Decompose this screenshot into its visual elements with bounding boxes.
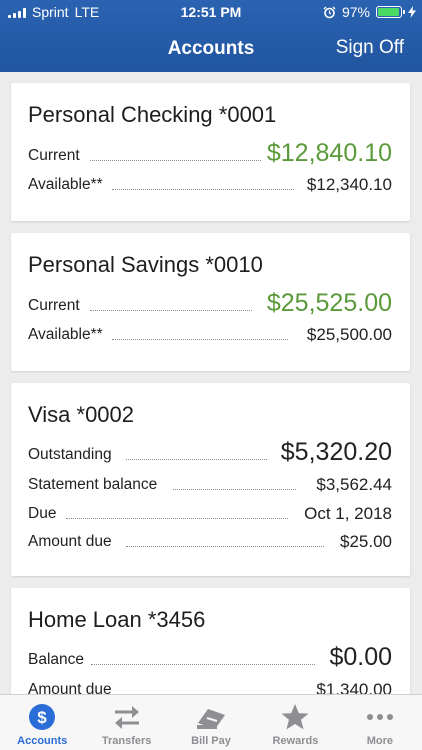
- account-row: Available** $25,500.00: [28, 322, 392, 346]
- leader-dots: [90, 160, 261, 161]
- tab-label: More: [366, 735, 393, 747]
- leader-dots: [126, 459, 267, 460]
- account-row: Available** $12,340.10: [28, 172, 392, 196]
- row-value: $12,840.10: [266, 139, 392, 168]
- row-label: Current: [28, 297, 80, 315]
- account-row: Due Oct 1, 2018: [28, 501, 392, 525]
- navigation-bar: Sprint LTE 12:51 PM 97% Accounts Sign Of…: [0, 0, 422, 72]
- row-label: Statement balance: [28, 476, 158, 494]
- tab-accounts[interactable]: $ Accounts: [0, 695, 84, 750]
- tab-more[interactable]: More: [338, 695, 422, 750]
- row-value: $5,320.20: [280, 438, 392, 467]
- row-label: Due: [28, 505, 57, 523]
- account-card-savings[interactable]: Personal Savings *0010 Current $25,525.0…: [11, 233, 410, 371]
- account-title: Visa *0002: [28, 402, 135, 427]
- account-row: Current $12,840.10: [28, 139, 392, 168]
- row-label: Balance: [28, 651, 85, 669]
- account-card-visa[interactable]: Visa *0002 Outstanding $5,320.20 Stateme…: [11, 383, 410, 576]
- row-label: Amount due: [28, 533, 112, 551]
- row-label: Available**: [28, 326, 103, 344]
- tab-bill-pay[interactable]: Bill Pay: [169, 695, 253, 750]
- tab-rewards[interactable]: Rewards: [253, 695, 337, 750]
- leader-dots: [112, 189, 294, 190]
- tab-label: Bill Pay: [191, 735, 231, 747]
- bill-pay-icon: [197, 709, 226, 729]
- dollar-circle-icon: $: [29, 704, 56, 730]
- leader-dots: [90, 310, 252, 311]
- tab-label: Transfers: [101, 735, 152, 747]
- account-row: Amount due $25.00: [28, 529, 392, 553]
- leader-dots: [91, 664, 315, 665]
- charging-icon: [408, 6, 416, 18]
- account-title: Home Loan *3456: [28, 607, 206, 632]
- leader-dots: [66, 518, 288, 519]
- row-value: $25,500.00: [306, 325, 392, 345]
- row-label: Current: [28, 147, 80, 165]
- tab-bar: $ Accounts Transfers Bill Pay Rewards Mo…: [0, 694, 422, 750]
- row-value: $25,525.00: [266, 289, 392, 318]
- battery-percent: 97%: [341, 4, 370, 20]
- leader-dots: [126, 546, 324, 547]
- battery-icon: [376, 6, 405, 18]
- leader-dots: [112, 339, 288, 340]
- account-row: Statement balance $3,562.44: [28, 472, 392, 496]
- sign-off-button[interactable]: Sign Off: [336, 37, 404, 59]
- row-value: $12,340.10: [306, 175, 392, 195]
- row-value: Oct 1, 2018: [304, 504, 392, 524]
- tab-transfers[interactable]: Transfers: [84, 695, 168, 750]
- row-value: $25.00: [340, 532, 392, 552]
- account-title: Personal Savings *0010: [28, 252, 263, 277]
- account-title: Personal Checking *0001: [28, 102, 277, 127]
- tab-label: Rewards: [272, 735, 319, 747]
- row-value: $0.00: [329, 643, 392, 672]
- tab-label: Accounts: [17, 735, 68, 747]
- alarm-icon: [323, 6, 336, 18]
- star-icon: [281, 704, 309, 730]
- transfer-arrows-icon: [114, 706, 139, 729]
- account-card-checking[interactable]: Personal Checking *0001 Current $12,840.…: [11, 83, 410, 221]
- status-right: 97%: [323, 4, 416, 20]
- more-dots-icon: [366, 714, 393, 720]
- account-row: Current $25,525.00: [28, 289, 392, 318]
- row-label: Outstanding: [28, 446, 112, 464]
- account-row: Outstanding $5,320.20: [28, 438, 392, 467]
- svg-text:$: $: [37, 708, 47, 727]
- row-value: $3,562.44: [316, 475, 392, 495]
- leader-dots: [173, 489, 296, 490]
- account-row: Balance $0.00: [28, 643, 392, 672]
- status-bar: Sprint LTE 12:51 PM 97%: [0, 0, 422, 24]
- row-label: Available**: [28, 176, 103, 194]
